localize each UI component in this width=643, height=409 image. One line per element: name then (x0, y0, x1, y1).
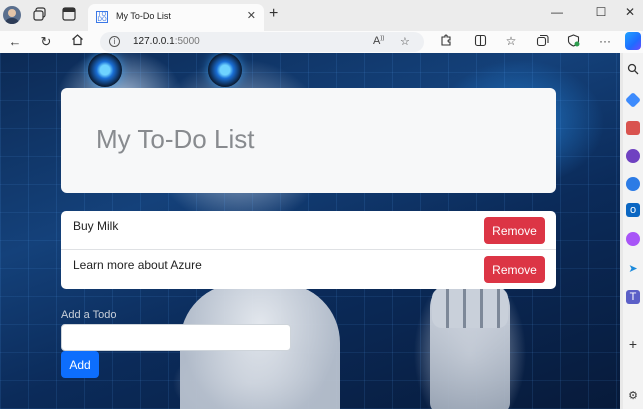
remove-button[interactable]: Remove (484, 256, 545, 283)
page-title: My To-Do List (96, 124, 255, 154)
outlook-icon[interactable]: o (626, 203, 640, 217)
copilot-circle-icon[interactable] (626, 177, 640, 191)
site-info-icon[interactable]: i (109, 36, 120, 47)
search-icon[interactable] (626, 63, 640, 77)
navigation-bar: ← ↻ i 127.0.0.1:5000 A)) ☆ ☆ ··· (0, 31, 643, 53)
todo-list: Buy Milk Remove Learn more about Azure R… (61, 211, 556, 289)
close-window-icon[interactable]: ✕ (620, 5, 640, 19)
back-arrow-icon[interactable]: ← (6, 33, 24, 51)
people-icon[interactable] (626, 149, 640, 163)
robot-eye-right (208, 53, 242, 87)
url-text[interactable]: 127.0.0.1:5000 (133, 36, 200, 47)
page-viewport: My To-Do List Buy Milk Remove Learn more… (0, 53, 620, 409)
teams-icon[interactable]: T (626, 290, 640, 304)
close-tab-icon[interactable]: ✕ (247, 9, 256, 22)
tab-actions-icon[interactable] (61, 7, 77, 23)
designer-icon[interactable] (626, 232, 640, 246)
telegram-icon[interactable]: ➤ (626, 262, 640, 276)
address-bar[interactable]: i 127.0.0.1:5000 A)) ☆ (100, 32, 424, 52)
maximize-icon[interactable]: ☐ (591, 5, 611, 19)
todo-text: Buy Milk (73, 219, 119, 233)
refresh-icon[interactable]: ↻ (37, 33, 55, 51)
edge-sidebar: o ➤ T + ⚙ (623, 53, 643, 409)
tab-bar: TO DO My To-Do List ✕ + — ☐ ✕ (0, 0, 643, 31)
robot-eye-left (88, 53, 122, 87)
add-todo-input[interactable] (61, 324, 291, 351)
robot-fingers-image (432, 288, 508, 328)
favorite-star-icon[interactable]: ☆ (400, 35, 410, 48)
minimize-icon[interactable]: — (547, 5, 567, 19)
profile-avatar[interactable] (3, 6, 21, 24)
header-card: My To-Do List (61, 88, 556, 193)
add-icon[interactable]: + (626, 337, 640, 351)
shopping-tag-icon[interactable] (625, 92, 641, 108)
favorites-icon[interactable]: ☆ (503, 34, 519, 48)
settings-icon[interactable]: ⚙ (626, 389, 640, 403)
todo-text: Learn more about Azure (73, 258, 202, 272)
more-icon[interactable]: ··· (597, 34, 613, 48)
browser-essentials-icon[interactable] (565, 34, 581, 50)
new-tab-button[interactable]: + (269, 5, 278, 23)
list-item: Buy Milk Remove (61, 211, 556, 250)
extensions-icon[interactable] (437, 34, 453, 50)
workspaces-icon[interactable] (32, 7, 48, 23)
split-screen-icon[interactable] (472, 34, 488, 50)
read-aloud-icon[interactable]: A)) (373, 35, 384, 47)
todo-favicon-icon: TO DO (96, 11, 108, 23)
remove-button[interactable]: Remove (484, 217, 545, 244)
add-button[interactable]: Add (61, 351, 99, 378)
home-icon[interactable] (68, 33, 86, 51)
tab-active[interactable]: TO DO My To-Do List ✕ (88, 4, 264, 31)
list-item: Learn more about Azure Remove (61, 250, 556, 289)
tools-icon[interactable] (626, 121, 640, 135)
add-todo-label: Add a Todo (61, 309, 117, 321)
collections-icon[interactable] (534, 34, 550, 50)
tab-title: My To-Do List (116, 11, 171, 21)
copilot-icon[interactable] (625, 32, 641, 50)
